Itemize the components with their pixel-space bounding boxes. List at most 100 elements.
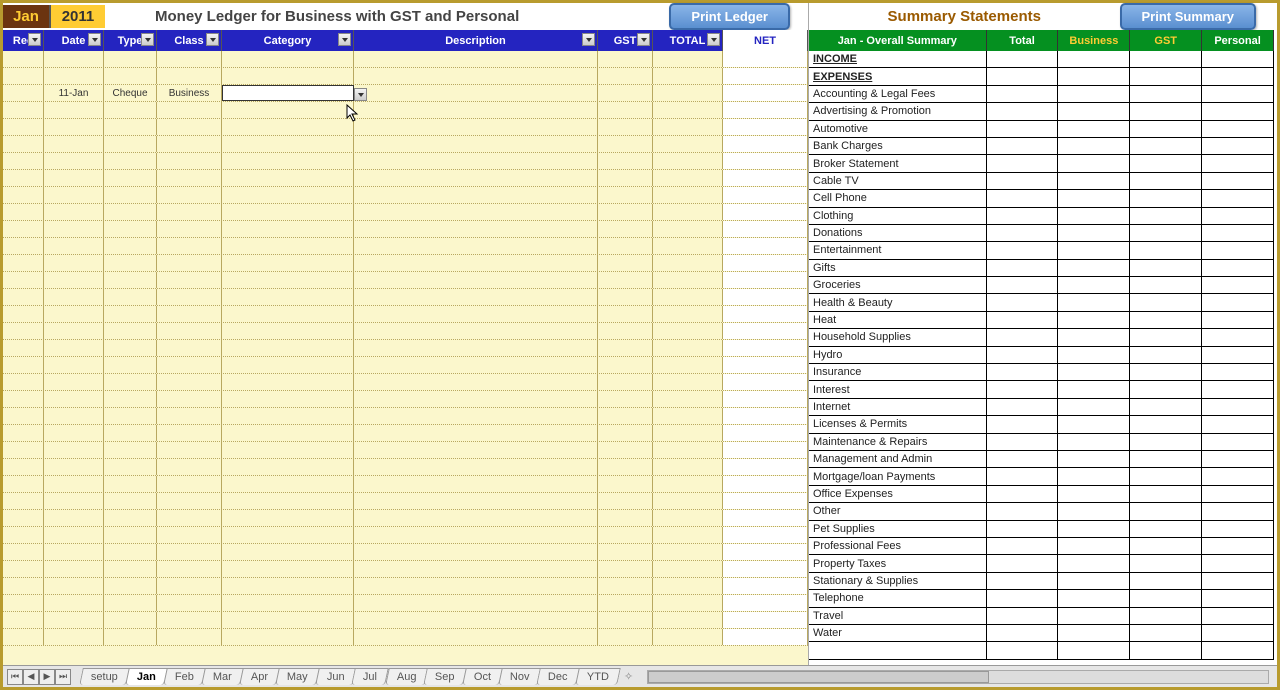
cell[interactable] — [157, 459, 222, 475]
col-rec[interactable]: Rec — [3, 30, 44, 51]
cell[interactable] — [598, 357, 653, 373]
cell[interactable] — [222, 561, 354, 577]
cell[interactable] — [222, 136, 354, 152]
col-type[interactable]: Type — [104, 30, 157, 51]
cell[interactable] — [653, 527, 723, 543]
cell[interactable] — [354, 85, 598, 101]
summary-row[interactable]: Heat — [809, 312, 1274, 329]
horizontal-scrollbar[interactable] — [647, 670, 1269, 684]
summary-row[interactable]: Gifts — [809, 260, 1274, 277]
cell[interactable] — [723, 170, 808, 186]
cell[interactable] — [222, 612, 354, 628]
table-row[interactable] — [3, 595, 808, 612]
cell[interactable] — [653, 340, 723, 356]
cell[interactable] — [598, 255, 653, 271]
cell[interactable] — [723, 102, 808, 118]
summary-value[interactable] — [1058, 468, 1130, 485]
cell[interactable] — [653, 68, 723, 84]
summary-value[interactable] — [987, 625, 1059, 642]
table-row[interactable] — [3, 340, 808, 357]
cell[interactable] — [598, 102, 653, 118]
cell[interactable] — [598, 408, 653, 424]
sheet-tab-jul[interactable]: Jul — [352, 668, 390, 685]
summary-value[interactable] — [987, 608, 1059, 625]
summary-row[interactable]: Office Expenses — [809, 486, 1274, 503]
cell[interactable] — [354, 425, 598, 441]
cell[interactable] — [598, 272, 653, 288]
summary-value[interactable] — [1130, 486, 1202, 503]
cell[interactable] — [157, 187, 222, 203]
filter-icon[interactable] — [206, 33, 219, 46]
cell[interactable] — [3, 391, 44, 407]
summary-value[interactable] — [1130, 68, 1202, 85]
cell[interactable] — [598, 578, 653, 594]
table-row[interactable] — [3, 578, 808, 595]
cell[interactable] — [104, 51, 157, 67]
summary-value[interactable] — [1058, 51, 1130, 68]
summary-value[interactable] — [1130, 503, 1202, 520]
summary-value[interactable] — [1130, 138, 1202, 155]
cell[interactable] — [44, 612, 104, 628]
summary-value[interactable] — [987, 277, 1059, 294]
cell[interactable] — [354, 561, 598, 577]
summary-row[interactable]: Automotive — [809, 121, 1274, 138]
cell[interactable] — [104, 510, 157, 526]
cell[interactable] — [598, 629, 653, 645]
summary-value[interactable] — [1202, 121, 1274, 138]
cell[interactable] — [653, 544, 723, 560]
cell[interactable] — [222, 221, 354, 237]
cell[interactable] — [104, 323, 157, 339]
summary-value[interactable] — [1130, 121, 1202, 138]
table-row[interactable] — [3, 544, 808, 561]
summary-value[interactable] — [987, 538, 1059, 555]
summary-value[interactable] — [1130, 625, 1202, 642]
cell[interactable] — [104, 272, 157, 288]
summary-row[interactable]: Mortgage/loan Payments — [809, 468, 1274, 485]
cell[interactable] — [104, 476, 157, 492]
cell[interactable] — [222, 272, 354, 288]
summary-row[interactable]: Management and Admin — [809, 451, 1274, 468]
col-date[interactable]: Date — [44, 30, 104, 51]
table-row[interactable] — [3, 221, 808, 238]
summary-value[interactable] — [1130, 608, 1202, 625]
cell[interactable] — [354, 289, 598, 305]
col-class[interactable]: Class — [157, 30, 222, 51]
cell[interactable] — [157, 272, 222, 288]
cell[interactable] — [653, 85, 723, 101]
cell[interactable] — [723, 527, 808, 543]
summary-value[interactable] — [1130, 173, 1202, 190]
summary-value[interactable] — [1202, 329, 1274, 346]
cell[interactable] — [157, 255, 222, 271]
cell[interactable] — [723, 493, 808, 509]
cell[interactable] — [723, 442, 808, 458]
summary-row[interactable]: Professional Fees — [809, 538, 1274, 555]
summary-value[interactable] — [1058, 155, 1130, 172]
summary-value[interactable] — [987, 399, 1059, 416]
cell[interactable] — [44, 187, 104, 203]
cell[interactable] — [3, 408, 44, 424]
col-description[interactable]: Description — [354, 30, 598, 51]
cell[interactable] — [157, 425, 222, 441]
cell[interactable] — [598, 425, 653, 441]
cell[interactable] — [354, 391, 598, 407]
cell[interactable] — [104, 595, 157, 611]
cell[interactable] — [222, 595, 354, 611]
summary-row[interactable]: INCOME — [809, 51, 1274, 68]
cell[interactable] — [44, 578, 104, 594]
cell[interactable] — [653, 238, 723, 254]
summary-value[interactable] — [1202, 399, 1274, 416]
summary-value[interactable] — [1130, 329, 1202, 346]
summary-value[interactable] — [987, 555, 1059, 572]
cell[interactable] — [222, 374, 354, 390]
cell[interactable] — [354, 357, 598, 373]
cell[interactable] — [598, 493, 653, 509]
cell[interactable] — [104, 221, 157, 237]
cell[interactable] — [44, 544, 104, 560]
cell[interactable] — [653, 476, 723, 492]
cell[interactable] — [104, 340, 157, 356]
cell[interactable] — [723, 136, 808, 152]
cell[interactable] — [222, 68, 354, 84]
table-row[interactable] — [3, 459, 808, 476]
summary-row[interactable]: Broker Statement — [809, 155, 1274, 172]
summary-row[interactable]: Pet Supplies — [809, 521, 1274, 538]
